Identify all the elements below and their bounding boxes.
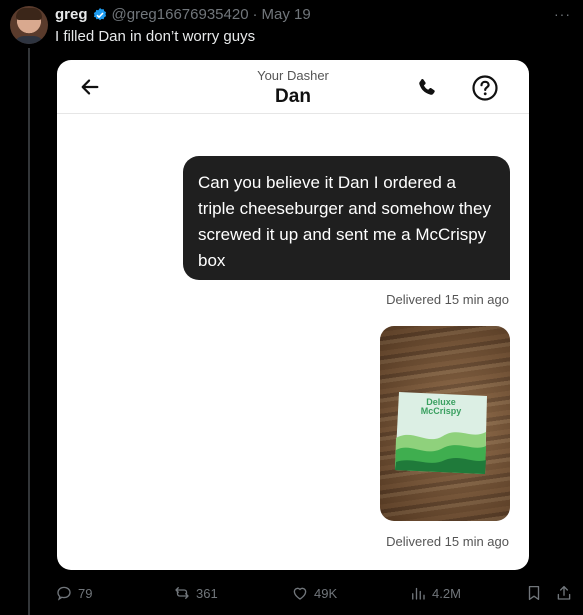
- verified-badge-icon[interactable]: [92, 7, 108, 23]
- tweet-text: I filled Dan in don’t worry guys: [55, 28, 256, 45]
- avatar-hair: [16, 8, 42, 20]
- reply-count: 79: [78, 585, 93, 601]
- thread-line: [28, 48, 30, 615]
- mccrispy-box-photo: Deluxe McCrispy: [380, 326, 510, 521]
- like-icon: [293, 587, 307, 600]
- photo-delivered-status: Delivered 15 min ago: [386, 534, 509, 549]
- like-button[interactable]: 49K: [291, 584, 337, 602]
- author-name[interactable]: greg: [55, 6, 88, 23]
- share-button[interactable]: [555, 584, 573, 602]
- dasher-name: Dan: [275, 86, 311, 107]
- chat-header: Your Dasher Dan: [57, 60, 529, 114]
- help-icon: [472, 75, 498, 101]
- chat-screenshot-card[interactable]: Your Dasher Dan Can you believe it Dan I…: [57, 60, 529, 570]
- box-label: Deluxe McCrispy: [393, 398, 489, 416]
- bookmark-icon: [528, 585, 540, 601]
- bookmark-button[interactable]: [525, 584, 543, 602]
- repost-count: 361: [196, 585, 218, 601]
- view-count: 4.2M: [432, 585, 461, 601]
- separator-dot: ·: [252, 6, 258, 23]
- repost-button[interactable]: 361: [173, 584, 218, 602]
- tweet-actions-bar: 79 361 49K 4.2M: [55, 584, 575, 604]
- message-bubble: Can you believe it Dan I ordered a tripl…: [183, 156, 510, 280]
- avatar-shirt: [14, 36, 44, 44]
- phone-icon: [419, 78, 435, 95]
- avatar[interactable]: [10, 6, 48, 44]
- like-count: 49K: [314, 585, 338, 601]
- share-icon: [557, 585, 571, 600]
- message-delivered-status: Delivered 15 min ago: [386, 292, 509, 307]
- chat-subtitle: Your Dasher: [257, 68, 329, 83]
- more-icon[interactable]: ···: [554, 6, 571, 22]
- views-icon: [412, 587, 425, 600]
- views-button[interactable]: 4.2M: [409, 584, 461, 602]
- repost-icon: [175, 587, 189, 599]
- reply-button[interactable]: 79: [55, 584, 92, 602]
- reply-icon: [57, 586, 71, 601]
- box-label-line2: McCrispy: [420, 406, 462, 416]
- author-handle[interactable]: @greg16676935420: [112, 6, 249, 23]
- tweet-date[interactable]: May 19: [262, 6, 311, 23]
- tweet-header: greg @greg16676935420 · May 19: [55, 6, 311, 23]
